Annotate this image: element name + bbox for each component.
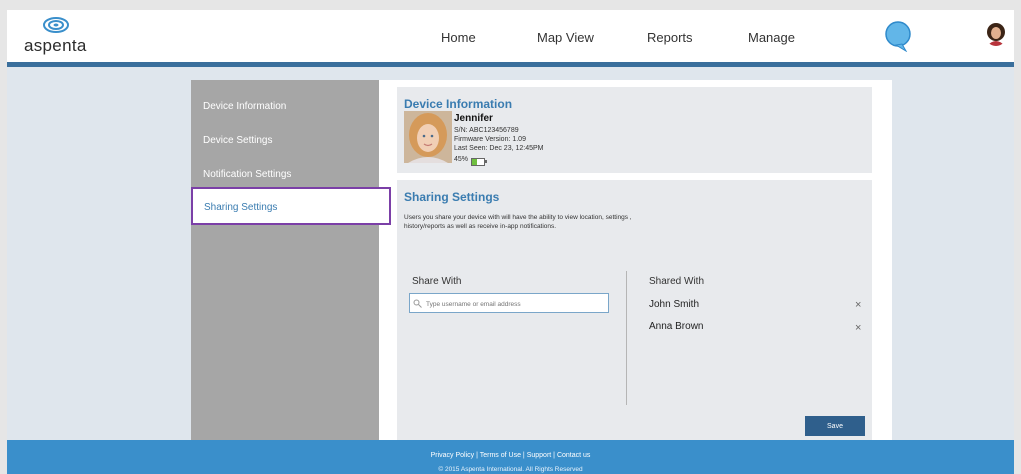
sidebar-item-device-information[interactable]: Device Information [203,101,286,112]
footer: Privacy Policy | Terms of Use | Support … [7,440,1014,474]
share-with-label: Share With [412,276,462,287]
battery-level [472,159,478,165]
device-info-heading: Device Information [404,97,513,111]
device-name: Jennifer [454,113,493,124]
column-divider [626,271,627,405]
battery-tip [485,160,487,163]
privacy-policy-link[interactable]: Privacy Policy [431,452,475,459]
nav-home[interactable]: Home [441,30,476,45]
nav-manage[interactable]: Manage [748,30,795,45]
nav-map-view[interactable]: Map View [537,30,594,45]
logo-text: aspenta [24,36,87,55]
nav-reports[interactable]: Reports [647,30,693,45]
copyright: © 2015 Aspenta International. All Rights… [438,466,583,473]
sidebar-item-device-settings[interactable]: Device Settings [203,135,272,146]
footer-links: Privacy Policy | Terms of Use | Support … [7,452,1014,459]
share-search-input[interactable] [424,296,608,312]
terms-of-use-link[interactable]: Terms of Use [480,452,521,459]
contact-us-link[interactable]: Contact us [557,452,590,459]
device-firmware: Firmware Version: 1.09 [454,136,526,143]
sharing-settings-heading: Sharing Settings [404,190,500,204]
remove-anna-brown-button[interactable]: × [855,322,861,334]
search-icon [413,299,422,308]
sidebar-item-notification-settings[interactable]: Notification Settings [203,169,291,180]
remove-john-smith-button[interactable]: × [855,299,861,311]
save-button[interactable]: Save [805,416,865,436]
battery-percent: 45% [454,156,469,163]
logo[interactable]: aspenta [22,14,92,58]
avatar-image [985,22,1007,46]
aspenta-logo-icon [43,17,69,33]
share-search-box[interactable] [409,293,609,313]
sidebar-item-sharing-settings[interactable]: Sharing Settings [191,187,391,225]
child-photo-image [404,111,452,163]
shared-user-anna-brown: Anna Brown [649,321,704,332]
user-avatar[interactable] [985,22,1007,46]
sidebar: Device Information Device Settings Notif… [191,80,379,440]
device-last-seen: Last Seen: Dec 23, 12:45PM [454,145,544,152]
sharing-description: Users you share your device with will ha… [404,214,632,230]
device-serial: S/N: ABC123456789 [454,127,519,134]
device-photo [404,111,452,163]
shared-with-label: Shared With [649,276,705,287]
top-bar: aspenta Home Map View Reports Manage [7,10,1014,67]
battery-icon [471,158,485,166]
shared-user-john-smith: John Smith [649,299,700,310]
chat-bubble-icon[interactable] [883,20,913,52]
support-link[interactable]: Support [527,452,552,459]
sidebar-item-label: Sharing Settings [204,202,278,213]
